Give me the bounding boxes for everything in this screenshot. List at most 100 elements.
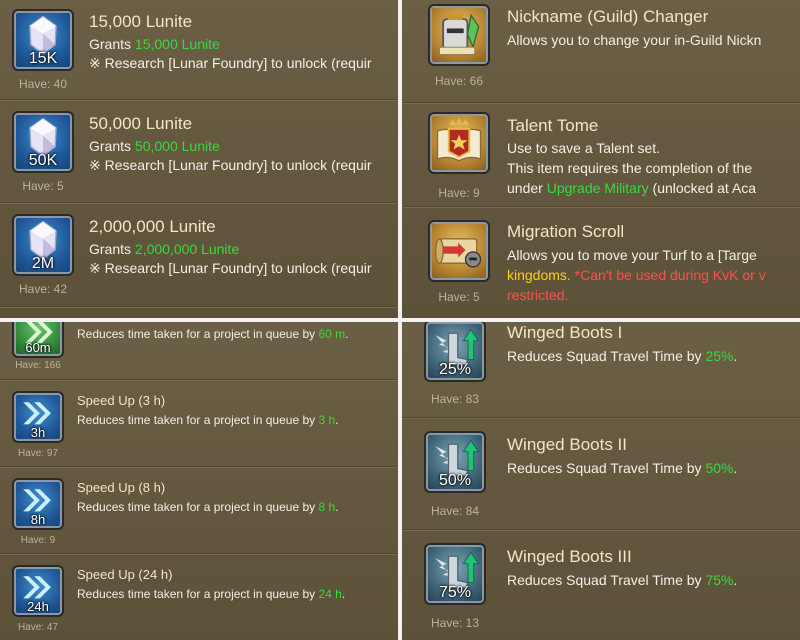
desc-prefix: Reduces time taken for a project in queu… (77, 587, 319, 601)
item-title: Winged Boots III (507, 547, 632, 566)
desc-prefix: under (507, 180, 547, 196)
have-count: Have: 42 (18, 282, 68, 296)
desc-suffix: . (733, 348, 738, 364)
item-unlock-note: ※ Research [Lunar Foundry] to unlock (re… (89, 260, 372, 276)
desc-value: 50% (705, 460, 734, 476)
item-title: Speed Up (3 h) (77, 393, 166, 408)
item-row-speedup-3h[interactable]: 3h Have: 97 Speed Up (3 h) Reduces time … (0, 381, 398, 468)
speedup-icon-box[interactable]: 8h (12, 478, 64, 530)
item-description-line3: under Upgrade Military (unlocked at Aca (507, 178, 756, 198)
item-amount-badge: 50K (28, 152, 58, 169)
item-title: Winged Boots I (507, 323, 623, 342)
item-row-winged-boots-3[interactable]: 75% Have: 13 Winged Boots III Reduces Sq… (402, 531, 800, 640)
item-row-lunite-15k[interactable]: 15K Have: 40 15,000 Lunite Grants 15,000… (0, 0, 398, 101)
item-description: Reduces time taken for a project in queu… (77, 498, 339, 516)
item-description: Reduces Squad Travel Time by 75%. (507, 570, 737, 590)
winged-boots-icon-box[interactable]: 50% (424, 431, 486, 493)
migration-scroll-icon-box[interactable] (428, 220, 490, 282)
tome-icon (436, 117, 482, 162)
item-row-winged-boots-2[interactable]: 50% Have: 84 Winged Boots II Reduces Squ… (402, 419, 800, 531)
desc-suffix: . (335, 413, 339, 427)
kvk-warning: *Can't be used during KvK or v (570, 267, 766, 283)
item-title: Nickname (Guild) Changer (507, 7, 709, 26)
item-title: 2,000,000 Lunite (89, 217, 216, 236)
item-row-lunite-50k[interactable]: 50K Have: 5 50,000 Lunite Grants 50,000 … (0, 101, 398, 204)
desc-value: 75% (705, 572, 734, 588)
speedup-icon-box[interactable]: 60m (12, 322, 64, 358)
item-amount-badge: 25% (438, 361, 472, 378)
item-amount-badge: 50% (438, 472, 472, 489)
desc-value: 25% (705, 348, 734, 364)
item-row-speedup-24h[interactable]: 24h Have: 47 Speed Up (24 h) Reduces tim… (0, 555, 398, 640)
desc-suffix: . (341, 587, 346, 601)
item-description: Reduces time taken for a project in queu… (77, 325, 349, 343)
item-grants-line: Grants 50,000 Lunite (89, 136, 220, 156)
desc-prefix: Reduces Squad Travel Time by (507, 460, 706, 476)
item-description: Reduces Squad Travel Time by 25%. (507, 346, 737, 366)
nickname-changer-icon-box[interactable] (428, 4, 490, 66)
upgrade-military-link: Upgrade Military (546, 180, 649, 196)
item-amount-badge: 3h (30, 425, 46, 440)
winged-boots-icon-box[interactable]: 25% (424, 322, 486, 382)
item-title: Speed Up (8 h) (77, 480, 166, 495)
item-unlock-note: ※ Research [Lunar Foundry] to unlock (re… (89, 157, 372, 173)
desc-value: 8 h (318, 500, 336, 514)
item-row-speedup-8h[interactable]: 8h Have: 9 Speed Up (8 h) Reduces time t… (0, 468, 398, 555)
have-count: Have: 40 (18, 77, 68, 91)
winged-boots-panel: 25% Have: 83 Winged Boots I Reduces Squa… (402, 322, 800, 640)
item-description: Allows you to change your in-Guild Nickn (507, 32, 762, 48)
winged-boots-icon-box[interactable]: 75% (424, 543, 486, 605)
have-count: Have: 47 (17, 622, 59, 633)
have-count: Have: 84 (430, 504, 480, 518)
grants-label: Grants (89, 36, 135, 52)
item-amount-badge: 8h (30, 512, 46, 527)
item-amount-badge: 75% (438, 584, 472, 601)
desc-suffix: . (335, 500, 339, 514)
grants-value: 15,000 Lunite (134, 36, 220, 52)
desc-prefix: Reduces time taken for a project in queu… (77, 413, 319, 427)
speedup-icon-box[interactable]: 24h (12, 565, 64, 617)
have-count: Have: 166 (15, 360, 61, 371)
desc-prefix: Reduces Squad Travel Time by (507, 572, 706, 588)
item-title: 15,000 Lunite (89, 12, 193, 31)
guild-helmet-icon (438, 13, 480, 56)
have-count: Have: 9 (20, 535, 56, 546)
row-divider (0, 306, 398, 308)
item-amount-badge: 60m (25, 340, 51, 355)
item-title: Talent Tome (507, 116, 599, 135)
item-description: Reduces time taken for a project in queu… (77, 411, 339, 429)
item-row-speedup-60m[interactable]: 60m Have: 166 Reduces time taken for a p… (0, 322, 398, 381)
item-amount-badge: 15K (28, 50, 58, 67)
item-description-line2: kingdoms. *Can't be used during KvK or v (507, 265, 766, 285)
desc-value: 24 h (318, 587, 342, 601)
item-row-migration-scroll[interactable]: Have: 5 Migration Scroll Allows you to m… (402, 208, 800, 318)
grants-value: 50,000 Lunite (134, 138, 220, 154)
grants-label: Grants (89, 241, 135, 257)
item-title: 50,000 Lunite (89, 114, 193, 133)
scroll-icon (434, 238, 482, 268)
item-title: Speed Up (24 h) (77, 567, 173, 582)
item-row-winged-boots-1[interactable]: 25% Have: 83 Winged Boots I Reduces Squa… (402, 322, 800, 419)
kingdoms-highlight: kingdoms. (507, 267, 571, 283)
talent-tome-icon-box[interactable] (428, 112, 490, 174)
have-count: Have: 66 (434, 74, 484, 88)
lunite-item-icon[interactable]: 2M (12, 214, 74, 276)
grants-value: 2,000,000 Lunite (134, 241, 240, 257)
speedups-panel: 60m Have: 166 Reduces time taken for a p… (0, 322, 398, 640)
have-count: Have: 5 (438, 290, 480, 304)
desc-suffix: . (345, 327, 349, 341)
have-count: Have: 13 (430, 616, 480, 630)
item-grants-line: Grants 2,000,000 Lunite (89, 239, 239, 259)
speedup-icon-box[interactable]: 3h (12, 391, 64, 443)
item-row-lunite-2m[interactable]: 2M Have: 42 2,000,000 Lunite Grants 2,00… (0, 204, 398, 308)
have-count: Have: 9 (438, 186, 480, 200)
item-description-line1: Use to save a Talent set. (507, 140, 661, 156)
lunite-item-icon[interactable]: 50K (12, 111, 74, 173)
item-row-nickname-changer[interactable]: Have: 66 Nickname (Guild) Changer Allows… (402, 0, 800, 104)
lunite-item-icon[interactable]: 15K (12, 9, 74, 71)
desc-prefix: Reduces time taken for a project in queu… (77, 500, 319, 514)
item-description: Reduces Squad Travel Time by 50%. (507, 458, 737, 478)
item-description-line1: Allows you to move your Turf to a [Targe (507, 247, 757, 263)
item-row-talent-tome[interactable]: Have: 9 Talent Tome Use to save a Talent… (402, 104, 800, 208)
grants-label: Grants (89, 138, 135, 154)
